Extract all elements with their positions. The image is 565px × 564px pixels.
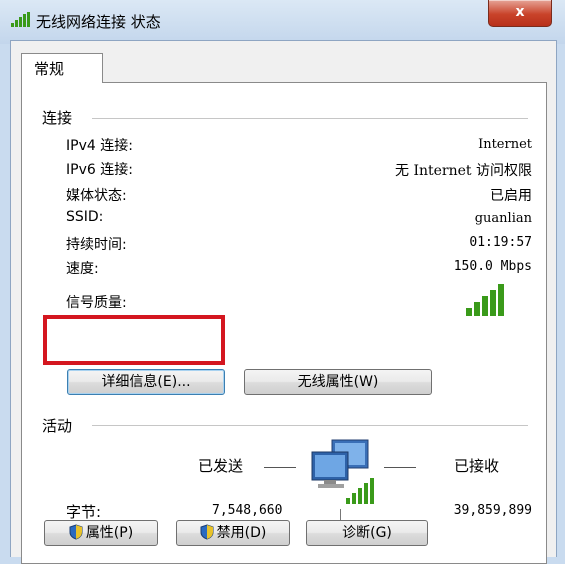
- properties-button[interactable]: 属性(P): [44, 520, 158, 546]
- signal-bar: [490, 290, 496, 316]
- sent-label: 已发送: [198, 457, 244, 475]
- signal-strength-icon: [466, 284, 504, 316]
- signal-bar: [482, 296, 488, 316]
- ipv4-value: Internet: [478, 137, 532, 152]
- uac-shield-icon: [200, 524, 214, 540]
- window-title: 无线网络连接 状态: [36, 13, 161, 31]
- uac-shield-icon: [69, 524, 83, 540]
- speed-label: 速度:: [66, 261, 99, 277]
- group-divider: [92, 118, 528, 119]
- ssid-value: guanlian: [474, 211, 532, 226]
- wireless-properties-button[interactable]: 无线属性(W): [244, 369, 432, 395]
- ssid-label: SSID:: [66, 209, 104, 225]
- ipv4-label: IPv4 连接:: [66, 138, 133, 154]
- duration-label: 持续时间:: [66, 237, 127, 253]
- bytes-received-value: 39,859,899: [453, 503, 532, 518]
- title-bar: 无线网络连接 状态 x: [0, 0, 565, 44]
- speed-value: 150.0 Mbps: [453, 259, 532, 274]
- network-computers-icon: [311, 439, 374, 504]
- activity-group-title: 活动: [42, 417, 73, 435]
- disable-label: 禁用(D): [216, 525, 267, 541]
- highlight-annotation: [43, 315, 225, 365]
- wireless-signal-icon: [11, 12, 30, 27]
- signal-bar: [474, 302, 480, 316]
- tab-label: 常规: [34, 60, 65, 78]
- duration-value: 01:19:57: [469, 235, 532, 250]
- group-divider: [92, 425, 528, 426]
- properties-label: 属性(P): [85, 525, 134, 541]
- sent-line: [264, 467, 296, 468]
- diagnose-button[interactable]: 诊断(G): [306, 520, 428, 546]
- media-state-value: 已启用: [490, 188, 532, 204]
- dialog-body: 常规 连接 IPv4 连接: Internet IPv6 连接: 无 Inter…: [10, 40, 557, 564]
- received-line: [384, 467, 416, 468]
- received-label: 已接收: [454, 457, 500, 475]
- connection-group-title: 连接: [42, 109, 73, 127]
- tab-general[interactable]: 常规: [21, 53, 103, 83]
- ipv6-value: 无 Internet 访问权限: [395, 163, 532, 179]
- close-icon: x: [515, 4, 525, 20]
- disable-button[interactable]: 禁用(D): [176, 520, 290, 546]
- ipv6-label: IPv6 连接:: [66, 162, 133, 178]
- bytes-sent-value: 7,548,660: [212, 503, 283, 518]
- media-state-label: 媒体状态:: [66, 188, 127, 204]
- signal-bar: [466, 308, 472, 316]
- close-button[interactable]: x: [488, 0, 552, 27]
- bytes-label: 字节:: [66, 503, 102, 521]
- details-button[interactable]: 详细信息(E)...: [67, 369, 225, 395]
- signal-quality-label: 信号质量:: [66, 295, 127, 311]
- signal-bar: [498, 284, 504, 316]
